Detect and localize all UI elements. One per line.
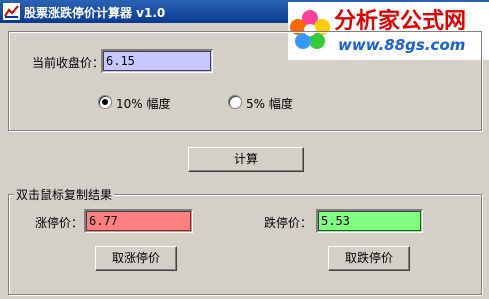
radio-10-percent[interactable] xyxy=(98,95,112,109)
radio-selected-dot xyxy=(102,99,108,105)
radio-5-percent-label[interactable]: 5% 幅度 xyxy=(246,95,293,112)
result-group-legend: 双击鼠标复制结果 xyxy=(14,186,115,203)
app-window: 股票涨跌停价计算器 v1.0 分析家公式网 www.88gs.com 当前收盘价… xyxy=(0,0,489,299)
limit-up-label: 涨停价： xyxy=(35,216,84,230)
limit-down-value[interactable]: 5.53 xyxy=(316,209,423,233)
price-group xyxy=(8,31,482,131)
radio-10-percent-label[interactable]: 10% 幅度 xyxy=(116,95,171,112)
limit-up-value[interactable]: 6.77 xyxy=(84,209,193,233)
copy-limit-up-button[interactable]: 取涨停价 xyxy=(95,246,177,271)
window-title: 股票涨跌停价计算器 v1.0 xyxy=(24,6,166,20)
close-price-input[interactable]: 6.15 xyxy=(101,49,213,73)
radio-5-percent[interactable] xyxy=(228,95,242,109)
copy-limit-down-button[interactable]: 取跌停价 xyxy=(328,246,410,271)
calculate-button[interactable]: 计算 xyxy=(188,147,304,172)
app-icon xyxy=(3,3,20,20)
close-price-label: 当前收盘价： xyxy=(32,56,105,70)
limit-down-label: 跌停价： xyxy=(264,216,313,230)
